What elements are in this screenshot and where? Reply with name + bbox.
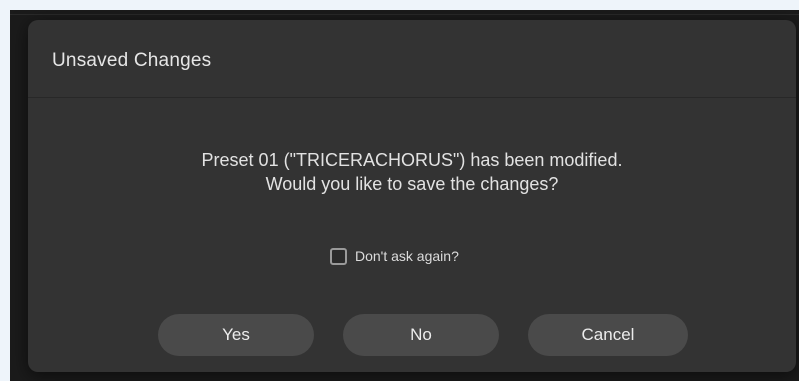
dialog-message: Preset 01 ("TRICERACHORUS") has been mod…: [28, 148, 796, 196]
dont-ask-again-checkbox[interactable]: [330, 247, 347, 265]
message-line-2: Would you like to save the changes?: [265, 174, 559, 194]
dont-ask-again-option[interactable]: Don't ask again?: [330, 244, 459, 268]
dont-ask-again-label[interactable]: Don't ask again?: [355, 248, 459, 264]
no-button[interactable]: No: [343, 314, 499, 356]
unsaved-changes-dialog: Unsaved Changes Preset 01 ("TRICERACHORU…: [28, 20, 796, 372]
dialog-title: Unsaved Changes: [52, 50, 212, 71]
cancel-button[interactable]: Cancel: [528, 314, 688, 356]
message-line-1: Preset 01 ("TRICERACHORUS") has been mod…: [201, 150, 623, 170]
yes-button[interactable]: Yes: [158, 314, 314, 356]
app-backdrop: Unsaved Changes Preset 01 ("TRICERACHORU…: [10, 10, 799, 381]
background-divider: [10, 14, 799, 15]
dialog-titlebar: Unsaved Changes: [28, 20, 796, 98]
